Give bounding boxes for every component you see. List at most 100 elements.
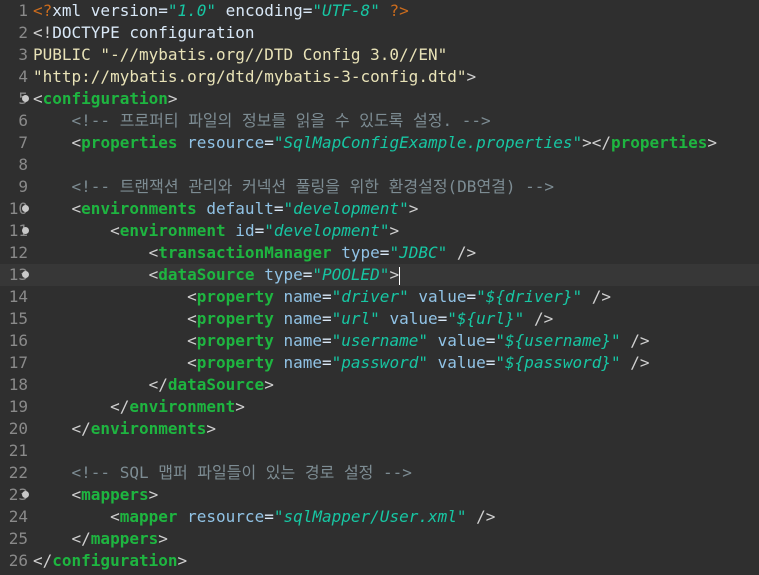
code-token: "1.0" (167, 1, 217, 20)
code-token: < (33, 485, 82, 504)
code-token: </ (33, 419, 91, 438)
line-number: 14 (8, 287, 28, 306)
code-content: <?xml version="1.0" encoding="UTF-8" ?> (33, 0, 409, 22)
code-token: </ (33, 529, 91, 548)
code-line[interactable]: 11 <environment id="development"> (0, 220, 759, 242)
code-token: "driver" (331, 287, 409, 306)
code-token: name (273, 353, 322, 372)
code-token: /> (466, 507, 496, 526)
code-token: = (302, 265, 313, 284)
code-content: </environments> (33, 418, 217, 440)
code-line[interactable]: 23 <mappers> (0, 484, 759, 506)
code-token: </ (33, 375, 168, 394)
text-cursor (399, 266, 401, 285)
fold-toggle-icon[interactable] (22, 95, 29, 102)
code-content: <!-- 프로퍼티 파일의 정보를 읽을 수 있도록 설정. --> (33, 110, 491, 132)
code-token: <? (33, 1, 53, 20)
code-token: < (33, 287, 197, 306)
code-line[interactable]: 14 <property name="driver" value="${driv… (0, 286, 759, 308)
code-token: "JDBC" (389, 243, 448, 262)
code-token: < (33, 89, 43, 108)
code-token: > (264, 375, 274, 394)
code-line[interactable]: 17 <property name="password" value="${pa… (0, 352, 759, 374)
line-number: 25 (8, 529, 28, 548)
code-token: resource (177, 507, 265, 526)
code-line[interactable]: 1 <?xml version="1.0" encoding="UTF-8" ?> (0, 0, 759, 22)
code-token: < (33, 309, 197, 328)
line-number: 8 (18, 155, 28, 174)
code-token: PUBLIC "-//mybatis.org//DTD Config 3.0//… (33, 45, 448, 64)
line-number: 3 (18, 45, 28, 64)
code-token: value (427, 353, 486, 372)
code-line[interactable]: 12 <transactionManager type="JDBC" /> (0, 242, 759, 264)
code-token: < (33, 199, 82, 218)
code-content: <properties resource="SqlMapConfigExampl… (33, 132, 717, 154)
code-token: mappers (90, 529, 159, 548)
code-token: "UTF-8" (312, 1, 380, 20)
code-token: < (33, 221, 120, 240)
line-number: 26 (8, 551, 28, 570)
code-line[interactable]: 3 PUBLIC "-//mybatis.org//DTD Config 3.0/… (0, 44, 759, 66)
code-line[interactable]: 20 </environments> (0, 418, 759, 440)
code-token: = (322, 353, 332, 372)
code-content: <configuration> (33, 88, 178, 110)
fold-toggle-icon[interactable] (22, 271, 29, 278)
code-token: name (273, 287, 322, 306)
code-content: <!-- 트랜잭션 관리와 커넥션 풀링을 위한 환경설정(DB연결) --> (33, 176, 555, 198)
code-line[interactable]: 2 <!DOCTYPE configuration (0, 22, 759, 44)
code-line[interactable]: 4 "http://mybatis.org/dtd/mybatis-3-confi… (0, 66, 759, 88)
code-line[interactable]: 7 <properties resource="SqlMapConfigExam… (0, 132, 759, 154)
code-token: <! (33, 23, 53, 42)
line-number: 6 (18, 111, 28, 130)
code-token: "SqlMapConfigExample.properties" (273, 133, 583, 152)
code-token: > (408, 199, 419, 218)
code-token: ></ (582, 133, 611, 152)
code-line[interactable]: 8 (0, 154, 759, 176)
code-token: transactionManager (158, 243, 332, 262)
code-token: mapper (119, 507, 178, 526)
code-line[interactable]: 26 </configuration> (0, 550, 759, 572)
code-token: = (485, 331, 496, 350)
code-line[interactable]: 16 <property name="username" value="${us… (0, 330, 759, 352)
code-line[interactable]: 25 </mappers> (0, 528, 759, 550)
code-line[interactable]: 6 <!-- 프로퍼티 파일의 정보를 읽을 수 있도록 설정. --> (0, 110, 759, 132)
code-token: < (33, 133, 82, 152)
code-token: = (466, 287, 477, 306)
code-line[interactable]: 10 <environments default="development"> (0, 198, 759, 220)
code-token: = (437, 309, 448, 328)
code-token: environment (129, 397, 236, 416)
code-token: < (33, 243, 159, 262)
code-line[interactable]: 15 <property name="url" value="${url}" /… (0, 308, 759, 330)
line-number: 20 (8, 419, 28, 438)
code-token: > (158, 529, 168, 548)
code-token: = (485, 353, 496, 372)
code-token: DOCTYPE (52, 23, 120, 42)
fold-toggle-icon[interactable] (22, 491, 29, 498)
line-number: 2 (18, 23, 28, 42)
code-token: dataSource (158, 265, 255, 284)
code-line[interactable]: 19 </environment> (0, 396, 759, 418)
code-line[interactable]: 5<configuration> (0, 88, 759, 110)
line-number: 21 (8, 441, 28, 460)
code-token: name (273, 331, 322, 350)
code-content: <environment id="development"> (33, 220, 399, 242)
fold-toggle-icon[interactable] (22, 227, 29, 234)
code-line[interactable]: 18 </dataSource> (0, 374, 759, 396)
code-token: property (196, 331, 274, 350)
code-token: "POOLED" (312, 265, 390, 284)
code-token: <!-- 트랜잭션 관리와 커넥션 풀링을 위한 환경설정(DB연결) --> (33, 177, 555, 196)
code-content: </configuration> (33, 550, 187, 572)
code-line[interactable]: 13 <dataSource type="POOLED"> (0, 264, 759, 286)
code-token: /> (620, 353, 650, 372)
code-editor[interactable]: 1 <?xml version="1.0" encoding="UTF-8" ?>… (0, 0, 759, 575)
code-line[interactable]: 21 (0, 440, 759, 462)
line-number: 1 (18, 1, 28, 20)
code-token: > (177, 551, 188, 570)
fold-toggle-icon[interactable] (22, 205, 29, 212)
code-line[interactable]: 24 <mapper resource="sqlMapper/User.xml"… (0, 506, 759, 528)
code-token: > (389, 221, 400, 240)
code-line[interactable]: 9 <!-- 트랜잭션 관리와 커넥션 풀링을 위한 환경설정(DB연결) --… (0, 176, 759, 198)
code-line[interactable]: 22 <!-- SQL 맵퍼 파일들이 있는 경로 설정 --> (0, 462, 759, 484)
code-content: <dataSource type="POOLED"> (33, 264, 401, 286)
code-content: <property name="username" value="${usern… (33, 330, 649, 352)
